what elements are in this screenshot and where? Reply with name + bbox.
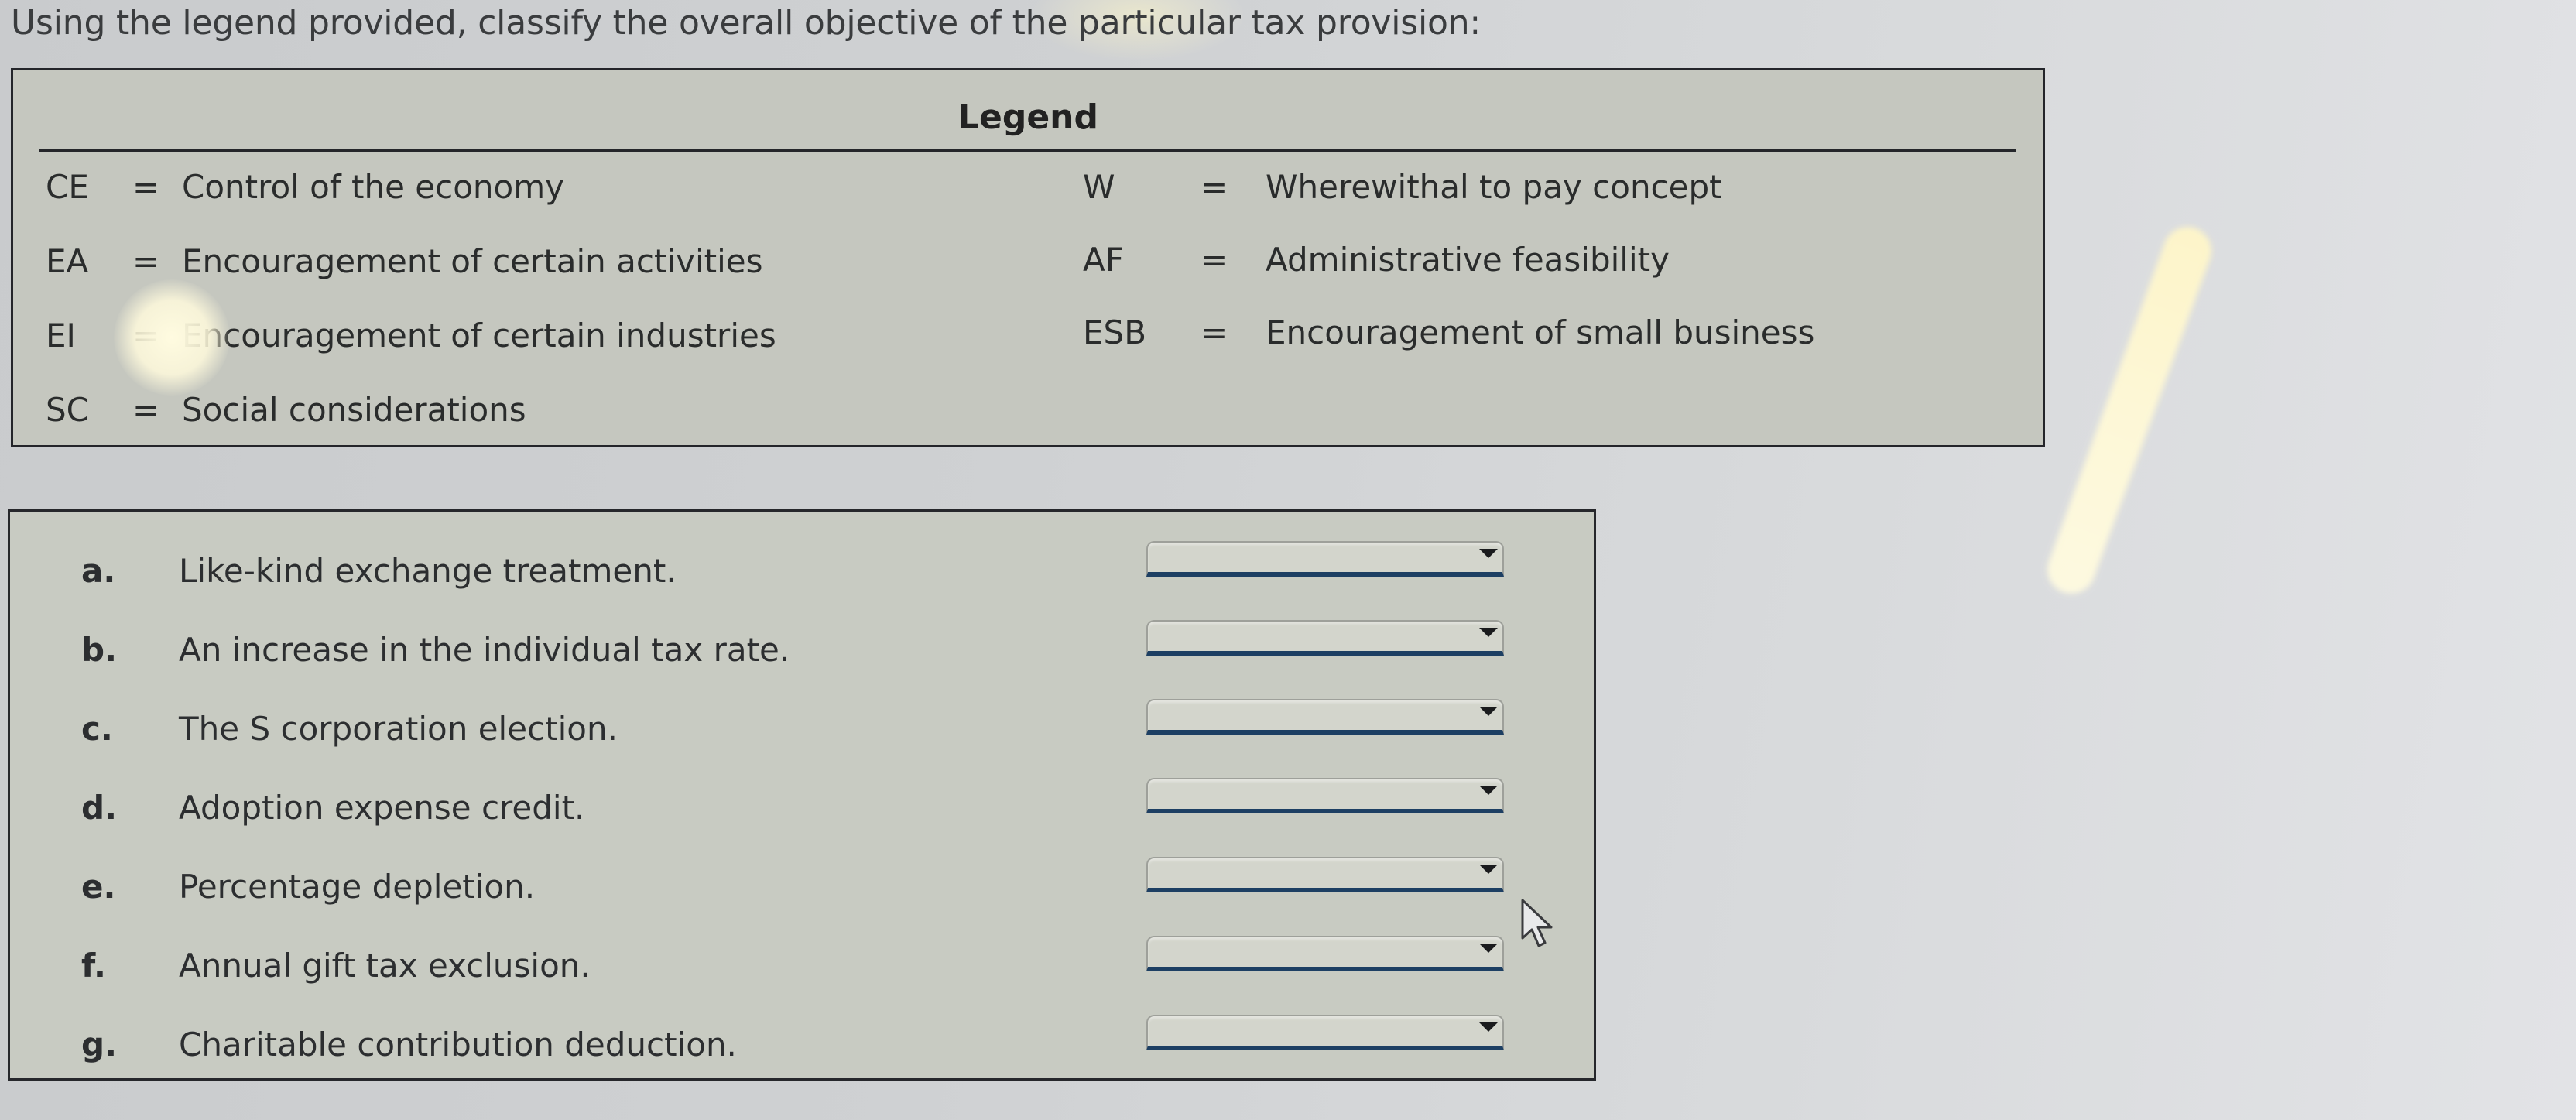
answer-dropdown-f[interactable] [1146,936,1504,971]
mouse-pointer-icon [1521,899,1553,947]
answer-dropdown-c[interactable] [1146,699,1504,735]
equals-sign: = [1201,241,1228,279]
question-text: Charitable contribution deduction. [179,1026,737,1063]
instruction-text: Using the legend provided, classify the … [11,3,1482,43]
question-label: a. [81,552,116,590]
legend-description: Encouragement of certain industries [182,317,776,354]
dropdown-caret-icon [1479,865,1498,874]
answer-dropdown-e[interactable] [1146,857,1504,892]
legend-code: EA [46,242,89,280]
legend-description: Wherewithal to pay concept [1266,168,1722,206]
question-label: b. [81,631,118,669]
screen-glare [2040,220,2218,601]
question-row-g: g. Charitable contribution deduction. [10,1015,1594,1080]
question-row-e: e. Percentage depletion. [10,857,1594,922]
question-label: g. [81,1026,118,1063]
question-label: f. [81,947,106,985]
legend-code: ESB [1083,313,1147,351]
dropdown-caret-icon [1479,628,1498,637]
question-text: Like-kind exchange treatment. [179,552,677,590]
question-row-f: f. Annual gift tax exclusion. [10,936,1594,1001]
legend-description: Control of the economy [182,168,564,206]
equals-sign: = [1201,313,1228,351]
equals-sign: = [132,168,160,206]
legend-description: Encouragement of small business [1266,313,1815,351]
question-row-c: c. The S corporation election. [10,699,1594,764]
equals-sign: = [132,242,160,280]
screen-glare [114,279,230,396]
answer-dropdown-g[interactable] [1146,1015,1504,1050]
legend-code: AF [1083,241,1124,279]
question-row-d: d. Adoption expense credit. [10,778,1594,843]
question-label: d. [81,789,118,827]
dropdown-caret-icon [1479,786,1498,795]
question-text: Adoption expense credit. [179,789,585,827]
legend-divider [39,149,2016,152]
answer-dropdown-d[interactable] [1146,778,1504,813]
dropdown-caret-icon [1479,549,1498,558]
dropdown-caret-icon [1479,1022,1498,1032]
legend-description: Encouragement of certain activities [182,242,763,280]
legend-code: SC [46,391,89,429]
question-text: The S corporation election. [179,710,618,748]
equals-sign: = [1201,168,1228,206]
legend-description: Administrative feasibility [1266,241,1670,279]
legend-panel: Legend CE = Control of the economy EA = … [11,68,2045,447]
questions-panel: a. Like-kind exchange treatment. b. An i… [8,509,1596,1081]
question-label: e. [81,868,116,906]
dropdown-caret-icon [1479,707,1498,716]
question-row-b: b. An increase in the individual tax rat… [10,620,1594,685]
question-text: An increase in the individual tax rate. [179,631,790,669]
answer-dropdown-a[interactable] [1146,541,1504,577]
legend-code: EI [46,317,76,354]
legend-code: CE [46,168,89,206]
question-text: Annual gift tax exclusion. [179,947,591,985]
question-label: c. [81,710,113,748]
legend-title: Legend [957,98,1099,137]
legend-description: Social considerations [182,391,526,429]
question-text: Percentage depletion. [179,868,536,906]
question-row-a: a. Like-kind exchange treatment. [10,541,1594,606]
legend-code: W [1083,168,1115,206]
answer-dropdown-b[interactable] [1146,620,1504,656]
equals-sign: = [132,391,160,429]
dropdown-caret-icon [1479,944,1498,953]
